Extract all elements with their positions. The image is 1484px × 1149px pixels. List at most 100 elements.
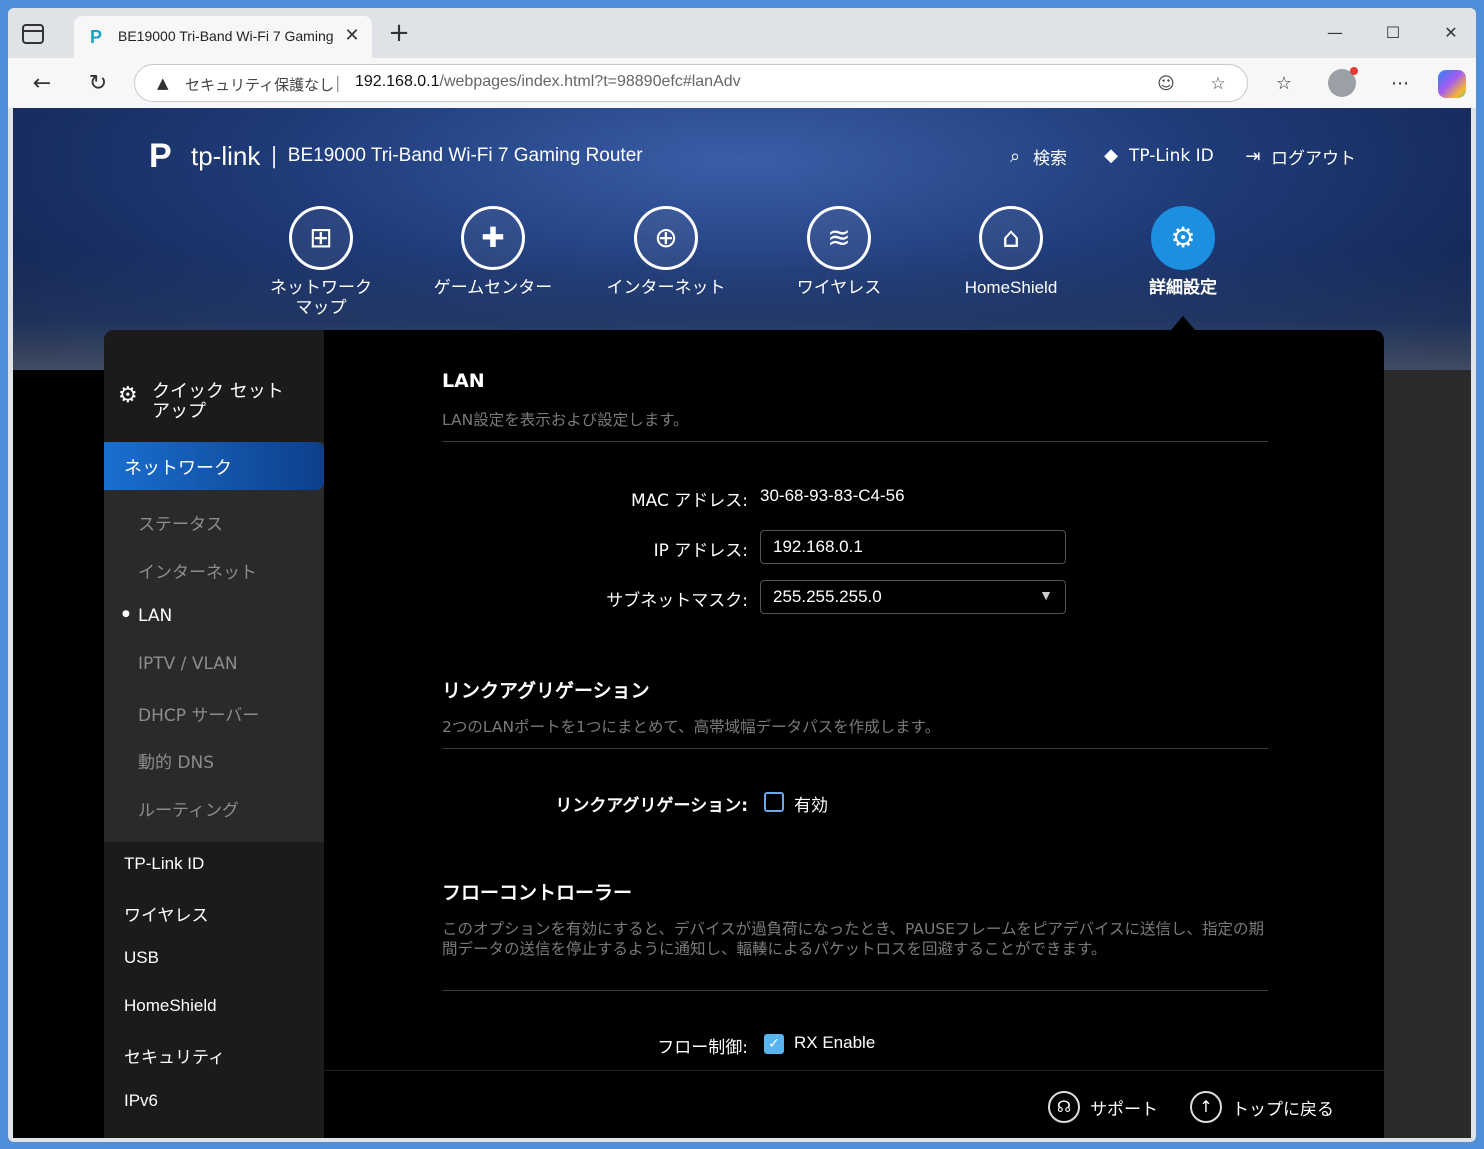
- more-menu-icon[interactable]: ⋯: [1386, 70, 1414, 98]
- back-to-top-link[interactable]: ↑ トップに戻る: [1190, 1091, 1334, 1123]
- sidebar-item-usb[interactable]: USB: [124, 948, 159, 968]
- logout-link[interactable]: ⇥ ログアウト: [1241, 144, 1356, 170]
- warning-triangle-icon[interactable]: ▲: [157, 74, 175, 92]
- profile-avatar-icon[interactable]: [1328, 67, 1358, 97]
- favorites-list-icon[interactable]: ☆: [1270, 70, 1298, 98]
- tab-bar: P BE19000 Tri-Band Wi-Fi 7 Gaming Router…: [8, 8, 1476, 58]
- nav-internet[interactable]: ⊕ インターネット: [591, 206, 741, 298]
- sidebar-item-homeshield[interactable]: HomeShield: [124, 996, 217, 1016]
- search-icon: ⌕: [1009, 145, 1021, 167]
- close-tab-icon[interactable]: ✕: [342, 24, 362, 48]
- sidebar-sub-dynamic-dns[interactable]: 動的 DNS: [138, 748, 214, 773]
- nav-wireless[interactable]: ≋ ワイヤレス: [764, 206, 914, 298]
- sidebar-sub-dhcp-server[interactable]: DHCP サーバー: [138, 701, 259, 726]
- link-aggregation-checkbox[interactable]: [764, 792, 784, 812]
- search-link[interactable]: ⌕ 検索: [1003, 144, 1067, 170]
- reload-icon[interactable]: ↻: [84, 70, 112, 98]
- sidebar-item-wireless[interactable]: ワイヤレス: [124, 901, 209, 926]
- flow-control-divider: [442, 990, 1268, 991]
- url-path: /webpages/index.html?t=98890efc#lanAdv: [439, 73, 741, 90]
- link-aggregation-enable-label[interactable]: 有効: [794, 791, 828, 816]
- url-text[interactable]: 192.168.0.1/webpages/index.html?t=98890e…: [355, 73, 741, 91]
- nav-network-map-label: ネットワーク マップ: [270, 278, 372, 318]
- sidebar-sub-status[interactable]: ステータス: [138, 510, 223, 535]
- nav-wireless-label: ワイヤレス: [796, 278, 882, 298]
- nav-advanced[interactable]: ⚙ 詳細設定: [1108, 206, 1258, 298]
- close-window-icon[interactable]: ✕: [1436, 20, 1466, 46]
- logo-text: tp-link: [191, 140, 261, 171]
- rx-enable-checkbox[interactable]: ✓: [764, 1034, 784, 1054]
- sidebar-item-tplink-id[interactable]: TP-Link ID: [124, 854, 204, 874]
- settings-panel: ⚙ クイック セット アップ ネットワーク ステータス インターネット LAN …: [104, 330, 1384, 1138]
- headset-icon: ☊: [1048, 1091, 1080, 1123]
- content-area: LAN LAN設定を表示および設定します。 MAC アドレス: 30-68-93…: [324, 330, 1384, 1070]
- sidebar: ⚙ クイック セット アップ ネットワーク ステータス インターネット LAN …: [104, 330, 324, 1138]
- sidebar-sub-lan[interactable]: LAN: [122, 606, 172, 626]
- search-label: 検索: [1033, 149, 1067, 169]
- mac-address-label: MAC アドレス:: [631, 491, 748, 511]
- tplink-favicon-icon: P: [90, 27, 103, 47]
- gear-icon: ⚙: [1151, 206, 1215, 270]
- tab-actions-icon[interactable]: [22, 24, 44, 44]
- subnet-mask-label: サブネットマスク:: [606, 591, 748, 611]
- flow-control-title: フローコントローラー: [442, 882, 633, 904]
- nav-homeshield[interactable]: ⌂ HomeShield: [936, 206, 1086, 298]
- logout-icon: ⇥: [1245, 145, 1261, 167]
- nav-game-center-label: ゲームセンター: [433, 278, 553, 298]
- tab-title: BE19000 Tri-Band Wi-Fi 7 Gaming Router: [118, 28, 336, 44]
- nav-game-center[interactable]: ✚ ゲームセンター: [418, 206, 568, 298]
- address-bar-row: ← ↻ ▲ セキュリティ保護なし | 192.168.0.1/webpages/…: [8, 58, 1476, 108]
- chevron-down-icon: ▼: [1039, 587, 1053, 603]
- router-page: P tp-link | BE19000 Tri-Band Wi-Fi 7 Gam…: [13, 108, 1471, 1138]
- url-host: 192.168.0.1: [355, 73, 440, 90]
- sidebar-sub-routing[interactable]: ルーティング: [138, 796, 239, 821]
- copilot-icon[interactable]: [1438, 70, 1466, 98]
- tplink-id-label: TP-Link ID: [1129, 146, 1214, 166]
- flow-control-label: フロー制御:: [657, 1038, 748, 1058]
- globe-icon: ⊕: [634, 206, 698, 270]
- logout-label: ログアウト: [1271, 149, 1356, 169]
- footer-bar: ☊ サポート ↑ トップに戻る: [324, 1070, 1384, 1138]
- address-bar[interactable]: ▲ セキュリティ保護なし | 192.168.0.1/webpages/inde…: [134, 64, 1248, 102]
- sidebar-item-ipv6[interactable]: IPv6: [124, 1091, 158, 1111]
- support-link[interactable]: ☊ サポート: [1048, 1091, 1158, 1123]
- lan-section-title: LAN: [442, 370, 485, 392]
- router-model: BE19000 Tri-Band Wi-Fi 7 Gaming Router: [287, 145, 643, 166]
- browser-tab[interactable]: P BE19000 Tri-Band Wi-Fi 7 Gaming Router…: [74, 16, 372, 58]
- back-to-top-label: トップに戻る: [1232, 1099, 1334, 1120]
- nav-network-map[interactable]: ⊞ ネットワーク マップ: [246, 206, 396, 318]
- favorite-star-icon[interactable]: ☆: [1207, 73, 1229, 95]
- back-arrow-icon[interactable]: ←: [28, 70, 56, 98]
- tplink-logo-mark-icon: P: [149, 137, 172, 175]
- security-status[interactable]: セキュリティ保護なし: [185, 74, 334, 95]
- sidebar-item-quick-setup[interactable]: ⚙ クイック セット アップ: [118, 382, 284, 422]
- browser-window: P BE19000 Tri-Band Wi-Fi 7 Gaming Router…: [8, 8, 1476, 1142]
- active-nav-pointer: [1171, 316, 1195, 330]
- sidebar-sub-iptv-vlan[interactable]: IPTV / VLAN: [138, 654, 238, 674]
- gamepad-icon: ✚: [461, 206, 525, 270]
- link-aggregation-desc: 2つのLANポートを1つにまとめて、高帯域幅データパスを作成します。: [442, 718, 941, 736]
- ip-address-label: IP アドレス:: [653, 541, 748, 561]
- sidebar-sub-internet[interactable]: インターネット: [138, 558, 257, 583]
- home-shield-icon: ⌂: [979, 206, 1043, 270]
- lan-section-desc: LAN設定を表示および設定します。: [442, 411, 689, 429]
- ip-address-input[interactable]: 192.168.0.1: [760, 530, 1066, 564]
- minimize-icon[interactable]: —: [1320, 20, 1350, 46]
- rx-enable-label[interactable]: RX Enable: [794, 1033, 875, 1053]
- subnet-mask-select[interactable]: 255.255.255.0 ▼: [760, 580, 1066, 614]
- tplink-logo[interactable]: P tp-link | BE19000 Tri-Band Wi-Fi 7 Gam…: [149, 132, 643, 180]
- reader-options-icon[interactable]: ☺: [1155, 73, 1177, 95]
- tplink-id-icon: ◆: [1104, 145, 1118, 166]
- new-tab-button[interactable]: +: [386, 20, 412, 46]
- network-map-icon: ⊞: [289, 206, 353, 270]
- nav-internet-label: インターネット: [606, 278, 726, 298]
- network-submenu: [104, 442, 324, 842]
- link-aggregation-title: リンクアグリゲーション: [442, 680, 650, 702]
- sidebar-item-security[interactable]: セキュリティ: [124, 1043, 225, 1068]
- wifi-icon: ≋: [807, 206, 871, 270]
- tplink-id-link[interactable]: ◆ TP-Link ID: [1099, 144, 1214, 168]
- mac-address-value: 30-68-93-83-C4-56: [760, 486, 905, 505]
- maximize-icon[interactable]: ☐: [1378, 20, 1408, 46]
- link-aggregation-label: リンクアグリゲーション:: [555, 796, 748, 816]
- sidebar-item-network[interactable]: ネットワーク: [104, 442, 324, 490]
